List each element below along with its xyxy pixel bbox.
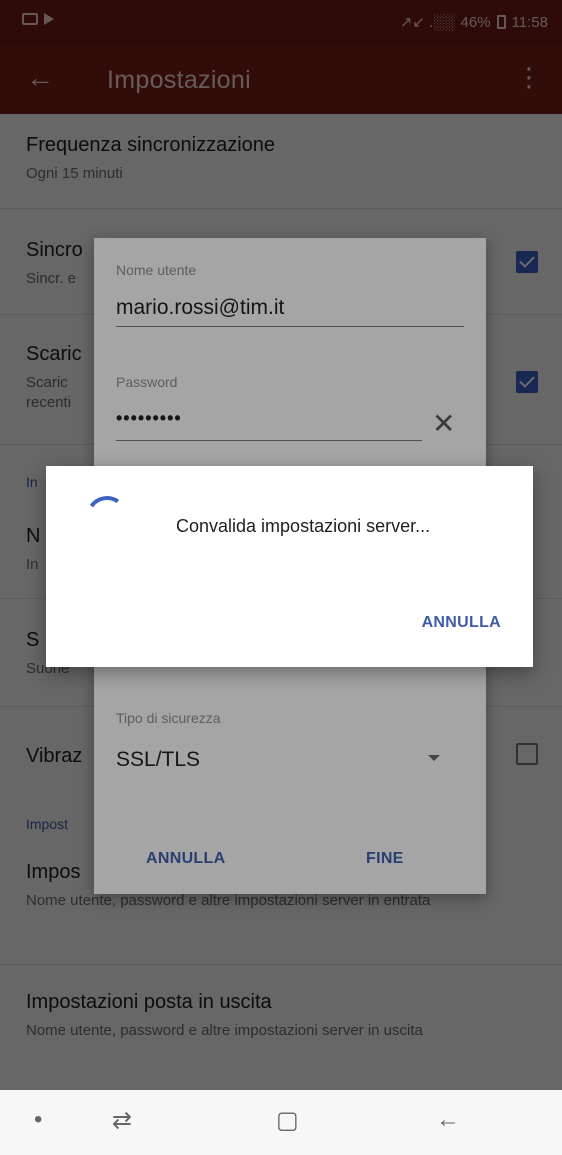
nav-dot-icon[interactable]: • bbox=[34, 1106, 42, 1134]
progress-dialog: Convalida impostazioni server... ANNULLA bbox=[46, 466, 533, 667]
recents-icon[interactable]: ⇄ bbox=[112, 1106, 132, 1135]
navigation-bar: • ⇄ ▢ ← bbox=[0, 1090, 562, 1155]
home-icon[interactable]: ▢ bbox=[276, 1106, 299, 1135]
back-icon[interactable]: ← bbox=[436, 1106, 460, 1134]
progress-cancel-button[interactable]: ANNULLA bbox=[422, 614, 501, 632]
loading-spinner-icon bbox=[82, 492, 132, 542]
progress-message: Convalida impostazioni server... bbox=[176, 516, 431, 536]
